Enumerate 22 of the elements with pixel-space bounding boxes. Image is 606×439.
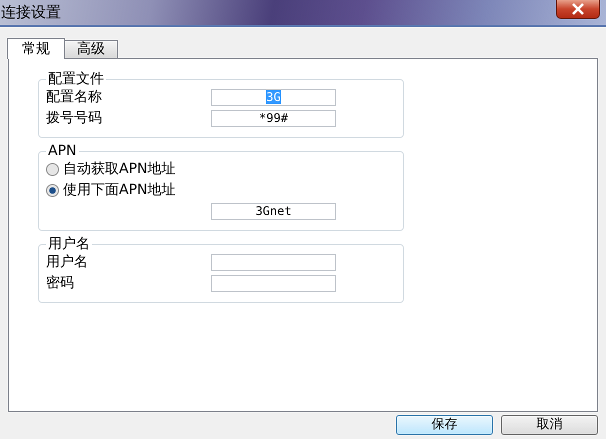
group-title: APN — [47, 144, 78, 159]
field-label: 密码 — [46, 274, 75, 293]
field-label: 配置名称 — [46, 88, 103, 107]
group-title: 用户名 — [47, 237, 91, 252]
tab[interactable]: 常规 — [7, 38, 65, 59]
input-field[interactable] — [211, 275, 336, 292]
field-label: 拨号号码 — [46, 109, 103, 128]
tab[interactable]: 高级 — [64, 40, 118, 58]
radio-button[interactable] — [46, 184, 59, 197]
close-icon — [572, 3, 584, 15]
cancel-button[interactable]: 取消 — [501, 415, 598, 435]
input-field[interactable] — [211, 254, 336, 271]
input-field[interactable]: *99# — [211, 110, 336, 127]
group-title: 配置文件 — [47, 72, 105, 87]
radio-label[interactable]: 自动获取APN地址 — [63, 159, 176, 180]
radio-button[interactable] — [46, 163, 59, 176]
save-button[interactable]: 保存 — [396, 415, 493, 435]
input-field[interactable]: 3Gnet — [211, 203, 336, 220]
radio-label[interactable]: 使用下面APN地址 — [63, 180, 176, 201]
close-button[interactable] — [556, 0, 600, 19]
field-label: 用户名 — [46, 253, 89, 272]
window-title: 连接设置 — [0, 2, 61, 23]
